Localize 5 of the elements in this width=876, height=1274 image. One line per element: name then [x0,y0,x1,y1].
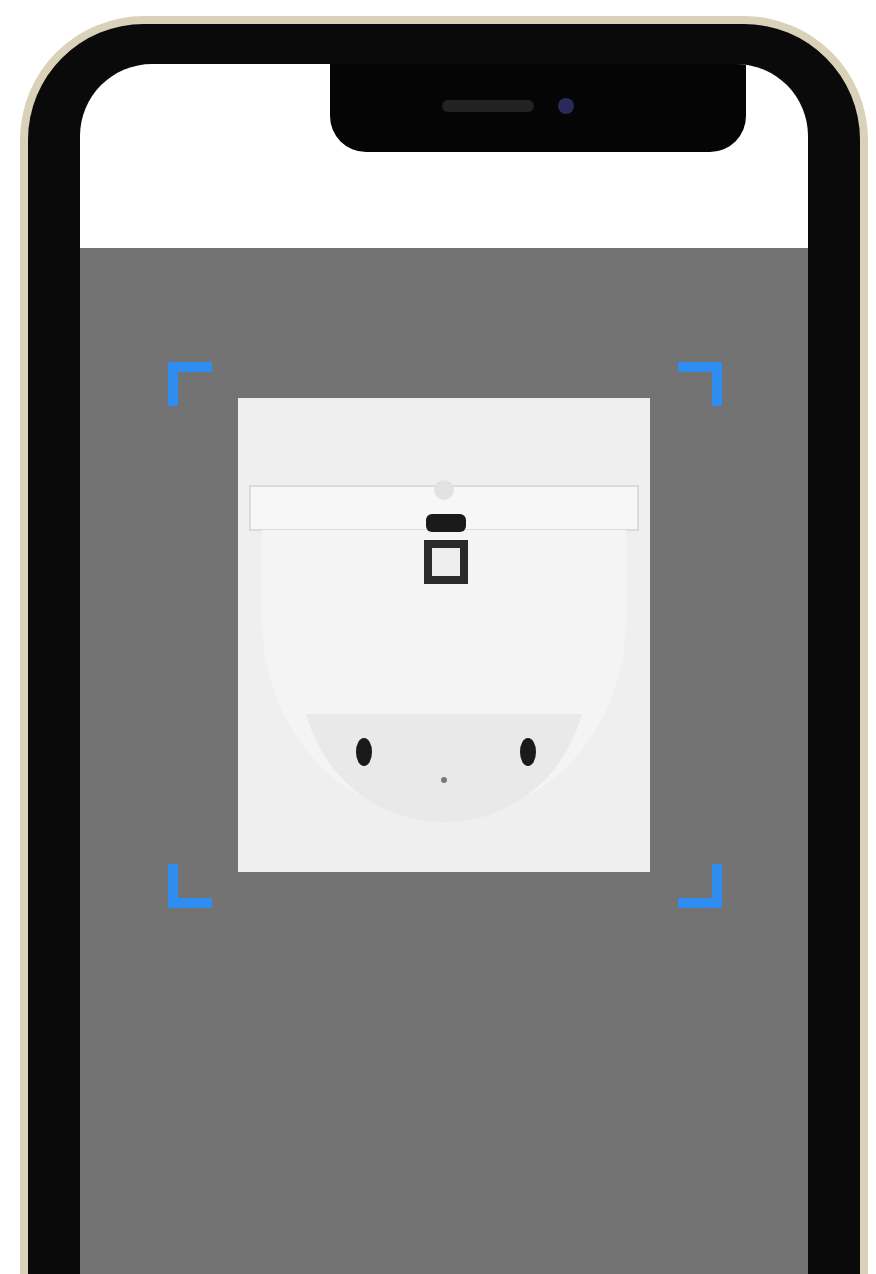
corner-bracket-icon [677,864,721,908]
speaker-icon [442,100,534,112]
corner-bracket-icon [167,864,211,908]
corner-bracket-icon [167,362,211,406]
corner-bracket-icon [677,362,721,406]
